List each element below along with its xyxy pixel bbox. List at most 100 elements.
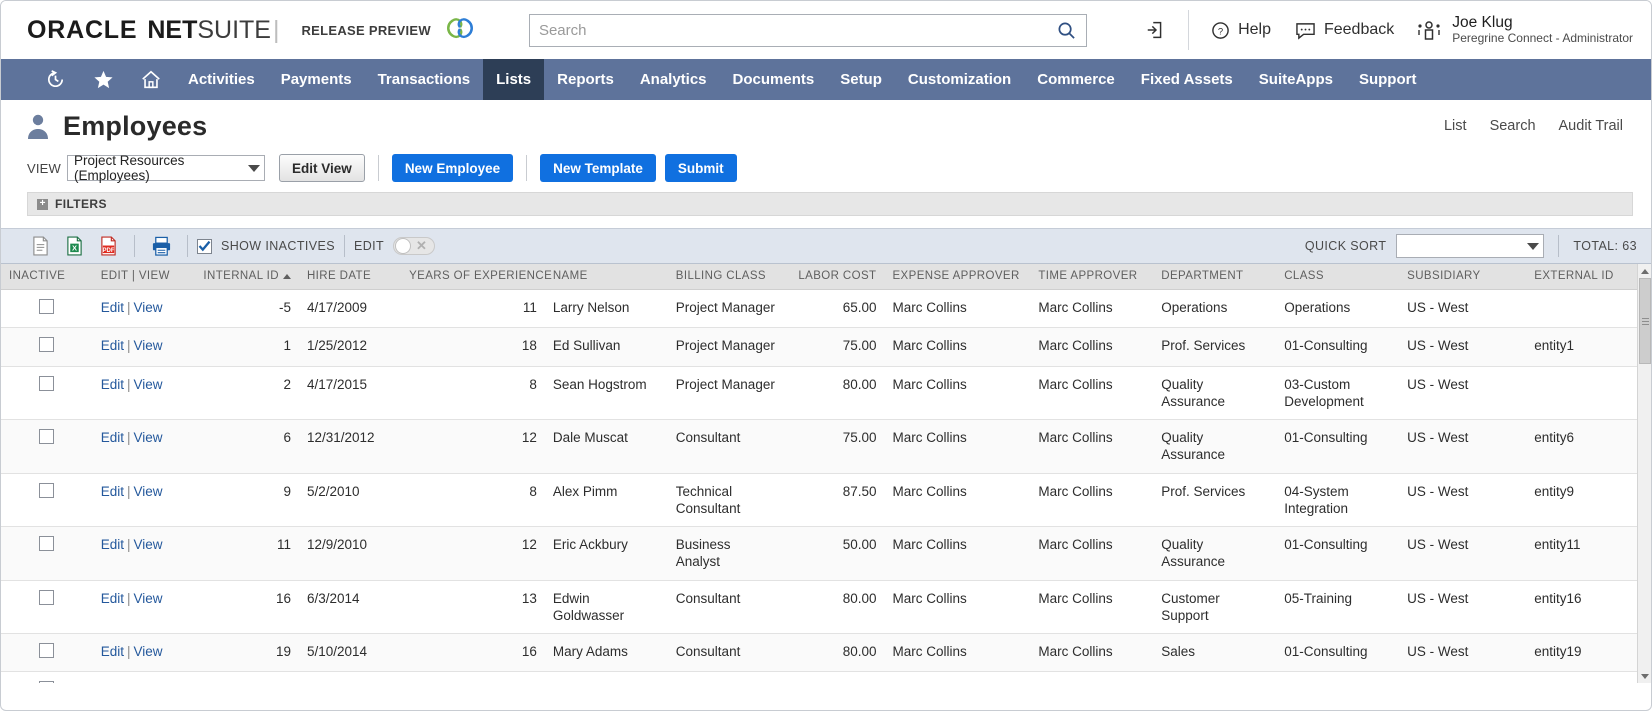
- nav-item-fixed-assets[interactable]: Fixed Assets: [1128, 59, 1246, 100]
- feedback-link[interactable]: Feedback: [1283, 21, 1406, 40]
- table-row[interactable]: Edit | View 9 5/2/2010 8 Alex Pimm Technical Co…: [1, 473, 1641, 528]
- inactive-checkbox[interactable]: [39, 482, 55, 498]
- nav-item-commerce[interactable]: Commerce: [1024, 59, 1128, 100]
- new-employee-button[interactable]: New Employee: [391, 154, 514, 182]
- cell-time-approver: Marc Collins: [1030, 473, 1154, 528]
- view-link[interactable]: View: [133, 644, 162, 659]
- nav-item-transactions[interactable]: Transactions: [365, 59, 484, 100]
- column-header-inactive[interactable]: INACTIVE: [1, 264, 93, 290]
- view-link[interactable]: View: [133, 537, 162, 552]
- nav-item-support[interactable]: Support: [1346, 59, 1430, 100]
- nav-item-payments[interactable]: Payments: [268, 59, 365, 100]
- view-select[interactable]: Project Resources (Employees): [67, 153, 266, 183]
- column-header-expense-approver[interactable]: EXPENSE APPROVER: [884, 264, 1031, 290]
- link-separator: |: [126, 537, 131, 553]
- edit-view-button[interactable]: Edit View: [279, 154, 365, 182]
- inactive-checkbox[interactable]: [39, 375, 55, 391]
- edit-link[interactable]: Edit: [101, 537, 124, 552]
- view-link[interactable]: View: [133, 338, 162, 353]
- page-link-list[interactable]: List: [1444, 118, 1467, 134]
- search-icon[interactable]: [1048, 15, 1086, 46]
- page-link-search[interactable]: Search: [1490, 118, 1536, 134]
- edit-link[interactable]: Edit: [101, 377, 124, 392]
- column-header-labor-cost[interactable]: LABOR COST: [784, 264, 885, 290]
- column-header-subsidiary[interactable]: SUBSIDIARY: [1399, 264, 1527, 290]
- nav-item-documents[interactable]: Documents: [720, 59, 828, 100]
- edit-link[interactable]: Edit: [101, 338, 124, 353]
- pdf-export-icon[interactable]: PDF: [91, 236, 125, 256]
- nav-item-setup[interactable]: Setup: [827, 59, 895, 100]
- inactive-checkbox[interactable]: [39, 681, 55, 683]
- nav-item-customization[interactable]: Customization: [895, 59, 1024, 100]
- table-row[interactable]: Edit | View 16 6/3/2014 13 Edwin Goldwasser Con…: [1, 580, 1641, 635]
- edit-link[interactable]: Edit: [101, 430, 124, 445]
- home-icon[interactable]: [127, 59, 175, 100]
- column-header-name[interactable]: NAME: [544, 264, 668, 290]
- quick-sort-select[interactable]: [1396, 234, 1545, 258]
- column-header-class[interactable]: CLASS: [1276, 264, 1400, 290]
- edit-link[interactable]: Edit: [101, 682, 124, 683]
- table-row[interactable]: Edit | View 1 1/25/2012 18 Ed Sullivan Project …: [1, 327, 1641, 367]
- table-row[interactable]: Edit|View924/18/20079John BraudTrainer55…: [1, 671, 1641, 683]
- view-link[interactable]: View: [133, 591, 162, 606]
- edit-link[interactable]: Edit: [101, 644, 124, 659]
- edit-link[interactable]: Edit: [101, 591, 124, 606]
- nav-item-lists[interactable]: Lists: [483, 59, 545, 100]
- page-link-audit-trail[interactable]: Audit Trail: [1559, 118, 1623, 134]
- user-menu[interactable]: Joe Klug Peregrine Connect - Administrat…: [1406, 14, 1633, 46]
- view-link[interactable]: View: [133, 377, 162, 392]
- inactive-checkbox[interactable]: [39, 337, 55, 353]
- filters-bar[interactable]: + FILTERS: [27, 192, 1633, 216]
- user-role: Peregrine Connect - Administrator: [1452, 31, 1633, 45]
- column-header-hire-date[interactable]: HIRE DATE: [298, 264, 402, 290]
- scroll-up-arrow-icon[interactable]: [1638, 264, 1651, 278]
- inactive-checkbox[interactable]: [39, 589, 55, 605]
- search-input[interactable]: [529, 14, 1086, 46]
- table-row[interactable]: Edit | View 6 12/31/2012 12 Dale Muscat Consult…: [1, 419, 1641, 474]
- inactive-checkbox[interactable]: [39, 643, 55, 659]
- edit-mode-toggle[interactable]: ✕: [393, 237, 436, 255]
- help-link[interactable]: ? Help: [1199, 21, 1283, 40]
- global-search[interactable]: [528, 13, 1087, 47]
- excel-export-icon[interactable]: X: [57, 236, 91, 256]
- table-row[interactable]: Edit | View 2 4/17/2015 8 Sean Hogstrom Project…: [1, 366, 1641, 421]
- nav-item-activities[interactable]: Activities: [175, 59, 268, 100]
- submit-button[interactable]: Submit: [664, 154, 737, 182]
- column-header-years-of-experience[interactable]: YEARS OF EXPERIENCE: [401, 264, 552, 290]
- column-header-department[interactable]: DEPARTMENT: [1153, 264, 1277, 290]
- inactive-checkbox[interactable]: [39, 429, 55, 445]
- edit-link[interactable]: Edit: [101, 300, 124, 315]
- nav-item-reports[interactable]: Reports: [544, 59, 627, 100]
- sign-out-icon[interactable]: [1134, 10, 1178, 50]
- oracle-netsuite-logo[interactable]: ORACLE NET SUITE |: [27, 16, 279, 45]
- inactive-checkbox[interactable]: [39, 536, 55, 552]
- view-link[interactable]: View: [133, 300, 162, 315]
- link-separator: |: [126, 590, 131, 606]
- inactive-checkbox[interactable]: [39, 299, 55, 314]
- view-link[interactable]: View: [133, 484, 162, 499]
- print-icon[interactable]: [144, 236, 178, 256]
- cell-department: Quality Assurance: [1153, 366, 1277, 421]
- table-row[interactable]: Edit | View 19 5/10/2014 16 Mary Adams Consulta…: [1, 633, 1641, 673]
- view-link[interactable]: View: [133, 430, 162, 445]
- show-inactives-checkbox[interactable]: [197, 238, 212, 254]
- column-header-edit-view[interactable]: EDIT | VIEW: [92, 264, 195, 290]
- table-row[interactable]: Edit | View -5 4/17/2009 11 Larry Nelson Projec…: [1, 289, 1641, 329]
- table-header-row: INACTIVE EDIT | VIEW INTERNAL ID HIRE DATE Y…: [1, 264, 1641, 290]
- vertical-scrollbar[interactable]: [1637, 264, 1651, 683]
- edit-link[interactable]: Edit: [101, 484, 124, 499]
- column-header-time-approver[interactable]: TIME APPROVER: [1030, 264, 1154, 290]
- expand-plus-icon[interactable]: +: [37, 198, 48, 210]
- csv-export-icon[interactable]: [23, 236, 57, 256]
- scroll-down-arrow-icon[interactable]: [1638, 669, 1651, 683]
- column-header-internal-id[interactable]: INTERNAL ID: [194, 264, 299, 290]
- favorites-star-icon[interactable]: [79, 59, 127, 100]
- table-row[interactable]: Edit | View 11 12/9/2010 12 Eric Ackbury Busine…: [1, 526, 1641, 581]
- recent-records-icon[interactable]: [31, 59, 79, 100]
- column-header-billing-class[interactable]: BILLING CLASS: [667, 264, 785, 290]
- nav-item-suiteapps[interactable]: SuiteApps: [1246, 59, 1346, 100]
- nav-item-analytics[interactable]: Analytics: [627, 59, 720, 100]
- column-header-external-id[interactable]: EXTERNAL ID: [1526, 264, 1641, 290]
- view-link[interactable]: View: [133, 682, 162, 683]
- new-template-button[interactable]: New Template: [540, 154, 656, 182]
